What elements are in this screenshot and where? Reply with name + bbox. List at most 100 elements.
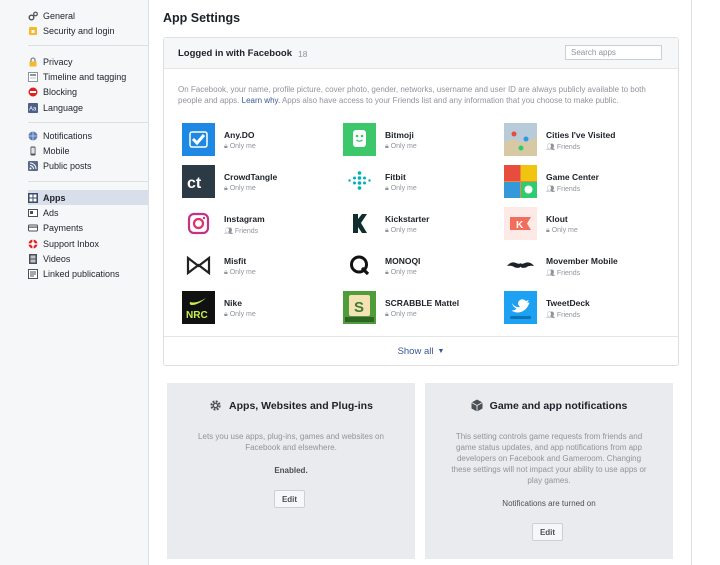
sidebar-item-label: Apps — [43, 192, 66, 203]
shield-lock-icon — [28, 26, 38, 36]
sidebar-item-language[interactable]: Aa Language — [28, 100, 148, 115]
sidebar-item-label: Privacy — [43, 56, 73, 67]
app-name: Misfit — [224, 256, 247, 266]
show-all-apps-button[interactable]: Show all ▼ — [164, 336, 678, 365]
app-tile-misfit[interactable]: Misfit 🔒︎ Only me — [182, 249, 332, 283]
lock-icon: 🔒︎ — [224, 143, 228, 150]
sidebar-item-notifications[interactable]: Notifications — [28, 128, 148, 143]
sidebar-item-label: Language — [43, 102, 84, 113]
sidebar-item-ads[interactable]: Ads — [28, 205, 148, 220]
sidebar-item-apps[interactable]: Apps — [28, 190, 148, 206]
app-name: Cities I've Visited — [546, 130, 616, 140]
app-visibility: 🔒︎ Only me — [224, 143, 256, 151]
logged-in-apps-card: Logged in with Facebook 18 On Facebook, … — [163, 37, 679, 366]
sidebar-item-timeline[interactable]: Timeline and tagging — [28, 69, 148, 84]
app-tile-instagram[interactable]: Instagram 👥︎ Friends — [182, 207, 332, 241]
lock-icon: 🔒︎ — [224, 311, 228, 318]
platform-status: Enabled. — [274, 466, 308, 475]
app-visibility: 👥︎ Friends — [546, 311, 580, 319]
ads-icon — [28, 208, 38, 218]
sidebar-item-public-posts[interactable]: Public posts — [28, 159, 148, 174]
sidebar-item-label: Ads — [43, 207, 59, 218]
timeline-icon — [28, 71, 38, 82]
sidebar-item-linked-publications[interactable]: Linked publications — [28, 266, 148, 281]
sidebar-item-label: Mobile — [43, 145, 70, 156]
sidebar-item-privacy[interactable]: Privacy — [28, 54, 148, 69]
sidebar-item-videos[interactable]: Videos — [28, 251, 148, 266]
privacy-intro-text: On Facebook, your name, profile picture,… — [178, 84, 668, 106]
learn-why-link[interactable]: Learn why. — [242, 96, 281, 105]
sidebar-group-notifications: Notifications Mobile Public posts — [28, 128, 148, 174]
panel-description: Lets you use apps, plug-ins, games and w… — [198, 432, 384, 452]
sidebar-item-security[interactable]: Security and login — [28, 23, 148, 38]
visibility-label: Only me — [229, 185, 256, 192]
edit-notifications-button[interactable]: Edit — [532, 523, 563, 541]
sidebar-group-privacy: Privacy Timeline and tagging Blocking Aa… — [28, 54, 148, 115]
sidebar-item-payments[interactable]: Payments — [28, 221, 148, 236]
app-tile-scrabble[interactable]: S SCRABBLE Mattel 🔒︎ Only me — [343, 291, 493, 325]
klout-logo-icon: K — [504, 207, 537, 240]
app-visibility: 👥︎ Friends — [546, 185, 580, 193]
friends-icon: 👥︎ — [546, 144, 555, 151]
visibility-label: Only me — [390, 311, 417, 318]
app-visibility: 🔒︎ Only me — [385, 269, 417, 277]
card-title: Logged in with Facebook — [178, 48, 292, 59]
panel-title: Game and app notifications — [425, 399, 673, 412]
sidebar-item-label: Timeline and tagging — [43, 71, 127, 82]
svg-text:ct: ct — [187, 175, 202, 192]
nike-nrc-logo-icon: NRC — [182, 291, 215, 324]
settings-sidebar: General Security and login Privacy Timel… — [0, 0, 148, 565]
lock-icon: 🔒︎ — [546, 227, 550, 234]
visibility-label: Only me — [551, 227, 578, 234]
sidebar-item-support-inbox[interactable]: Support Inbox — [28, 236, 148, 251]
app-tile-nike[interactable]: NRC Nike 🔒︎ Only me — [182, 291, 332, 325]
app-tile-monoqi[interactable]: MONOQI 🔒︎ Only me — [343, 249, 493, 283]
app-tile-tweetdeck[interactable]: TweetDeck 👥︎ Friends — [504, 291, 654, 325]
app-visibility: 🔒︎ Only me — [224, 311, 256, 319]
search-apps-input[interactable] — [565, 45, 662, 60]
visibility-label: Friends — [556, 312, 581, 319]
block-icon — [28, 87, 38, 97]
app-tile-movember[interactable]: Movember Mobile 👥︎ Friends — [504, 249, 654, 283]
sidebar-item-general[interactable]: General — [28, 8, 148, 23]
lock-icon: 🔒︎ — [224, 185, 228, 192]
sidebar-group-account: General Security and login — [28, 8, 148, 39]
sidebar-divider — [28, 45, 148, 46]
gears-icon — [28, 11, 38, 21]
app-tile-game-center[interactable]: Game Center 👥︎ Friends — [504, 165, 654, 199]
misfit-logo-icon — [182, 249, 215, 282]
svg-text:K: K — [516, 220, 524, 231]
visibility-label: Only me — [390, 185, 417, 192]
bitmoji-logo-icon — [343, 123, 376, 156]
sidebar-item-label: Security and login — [43, 25, 115, 36]
notifications-status: Notifications are turned on — [502, 499, 596, 508]
game-app-notifications-panel: Game and app notifications This setting … — [425, 383, 673, 559]
app-tile-bitmoji[interactable]: Bitmoji 🔒︎ Only me — [343, 123, 493, 157]
app-visibility: 🔒︎ Only me — [385, 311, 417, 319]
app-tile-fitbit[interactable]: Fitbit 🔒︎ Only me — [343, 165, 493, 199]
sidebar-item-blocking[interactable]: Blocking — [28, 85, 148, 100]
apps-icon — [28, 192, 38, 203]
app-tile-crowdtangle[interactable]: ct CrowdTangle 🔒︎ Only me — [182, 165, 332, 199]
lock-icon: 🔒︎ — [385, 143, 389, 150]
friends-icon: 👥︎ — [546, 186, 555, 193]
apps-websites-plugins-panel: Apps, Websites and Plug-ins Lets you use… — [167, 383, 415, 559]
sidebar-divider — [28, 122, 148, 123]
language-icon: Aa — [28, 102, 38, 113]
edit-platform-button[interactable]: Edit — [274, 490, 305, 508]
app-tile-kickstarter[interactable]: Kickstarter 🔒︎ Only me — [343, 207, 493, 241]
visibility-label: Friends — [556, 144, 581, 151]
app-name: Instagram — [224, 214, 265, 224]
scrabble-tile-icon: S — [343, 291, 376, 324]
app-tile-klout[interactable]: K Klout 🔒︎ Only me — [504, 207, 654, 241]
app-name: TweetDeck — [546, 298, 590, 308]
card-icon — [28, 223, 38, 233]
visibility-label: Only me — [229, 143, 256, 150]
svg-text:Aa: Aa — [29, 106, 37, 112]
app-tile-anydo[interactable]: Any.DO 🔒︎ Only me — [182, 123, 332, 157]
sidebar-item-mobile[interactable]: Mobile — [28, 143, 148, 158]
app-name: MONOQI — [385, 256, 421, 266]
app-tile-cities-visited[interactable]: Cities I've Visited 👥︎ Friends — [504, 123, 654, 157]
app-visibility: 🔒︎ Only me — [385, 185, 417, 193]
movember-mustache-icon — [504, 249, 537, 282]
